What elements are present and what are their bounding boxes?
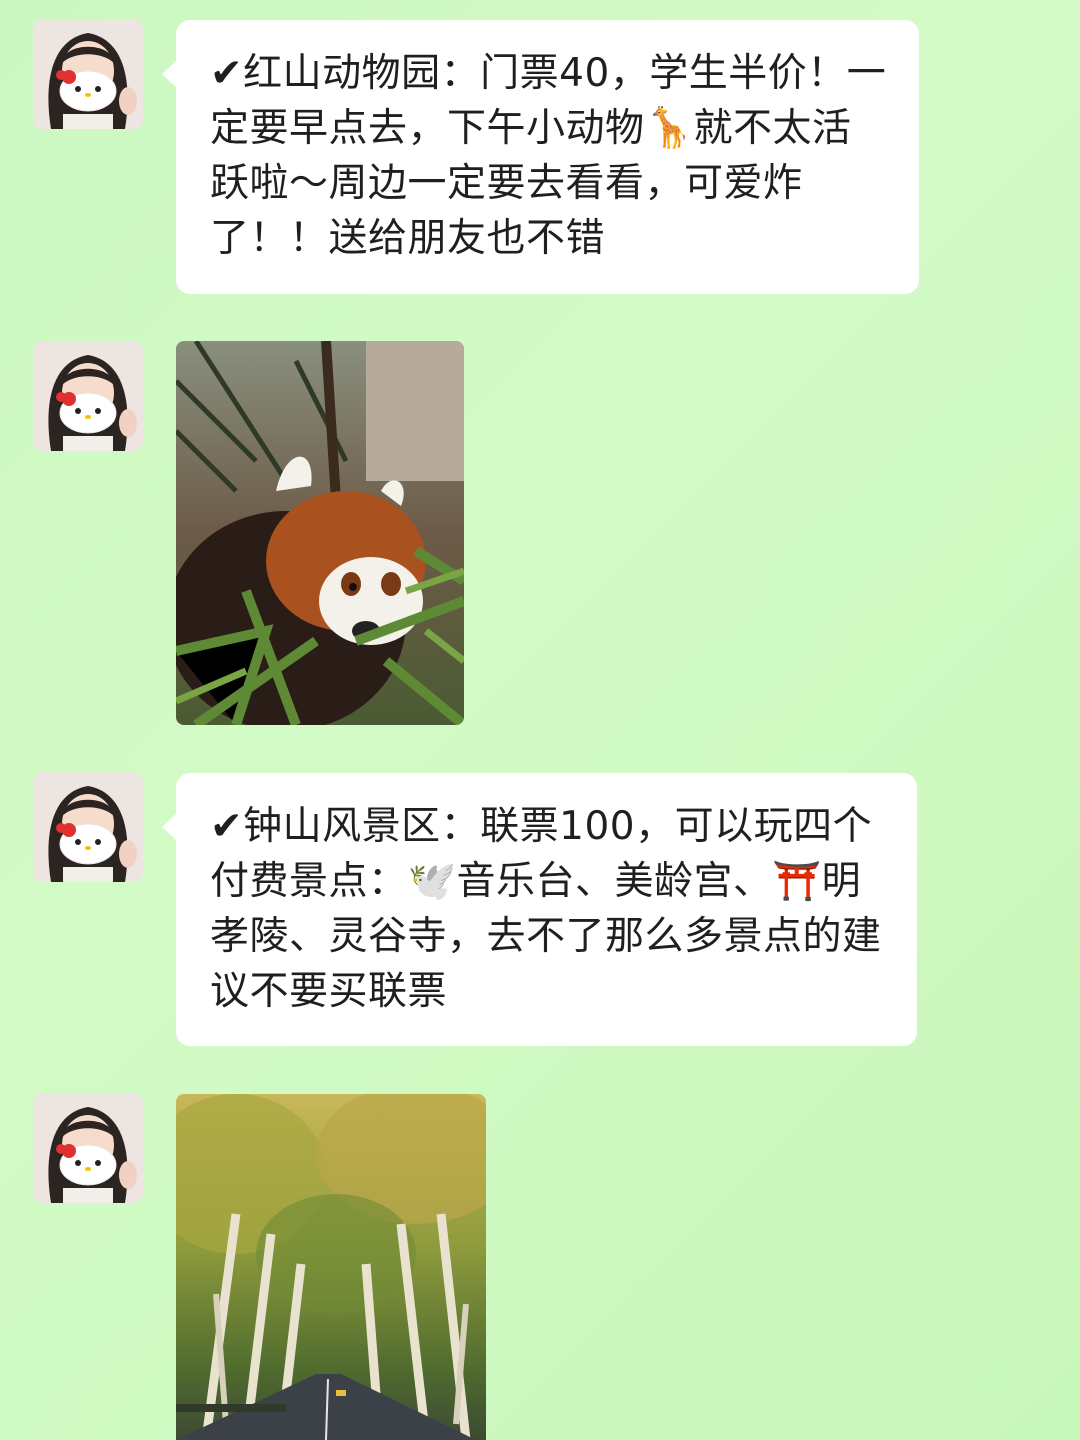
tree-lined-road-photo	[176, 1094, 486, 1440]
message-bubble-2[interactable]: ✔钟山风景区：联票100，可以玩四个付费景点：🕊️音乐台、美龄宫、⛩️明孝陵、灵…	[162, 773, 917, 1046]
avatar[interactable]	[33, 19, 143, 129]
avatar-image	[33, 341, 143, 451]
avatar[interactable]	[33, 341, 143, 451]
avatar[interactable]	[33, 772, 143, 882]
avatar-image	[33, 772, 143, 882]
avatar[interactable]	[33, 1093, 143, 1203]
avatar-image	[33, 19, 143, 129]
photo-message[interactable]	[176, 1094, 486, 1440]
message-text: ✔钟山风景区：联票100，可以玩四个付费景点：🕊️音乐台、美龄宫、⛩️明孝陵、灵…	[210, 804, 882, 1014]
red-panda-photo	[176, 341, 464, 725]
message-bubble-1[interactable]: ✔红山动物园：门票40，学生半价！一定要早点去，下午小动物🦒就不太活跃啦～周边一…	[162, 20, 919, 294]
message-text: ✔红山动物园：门票40，学生半价！一定要早点去，下午小动物🦒就不太活跃啦～周边一…	[210, 51, 887, 261]
photo-message[interactable]	[176, 341, 464, 725]
avatar-image	[33, 1093, 143, 1203]
